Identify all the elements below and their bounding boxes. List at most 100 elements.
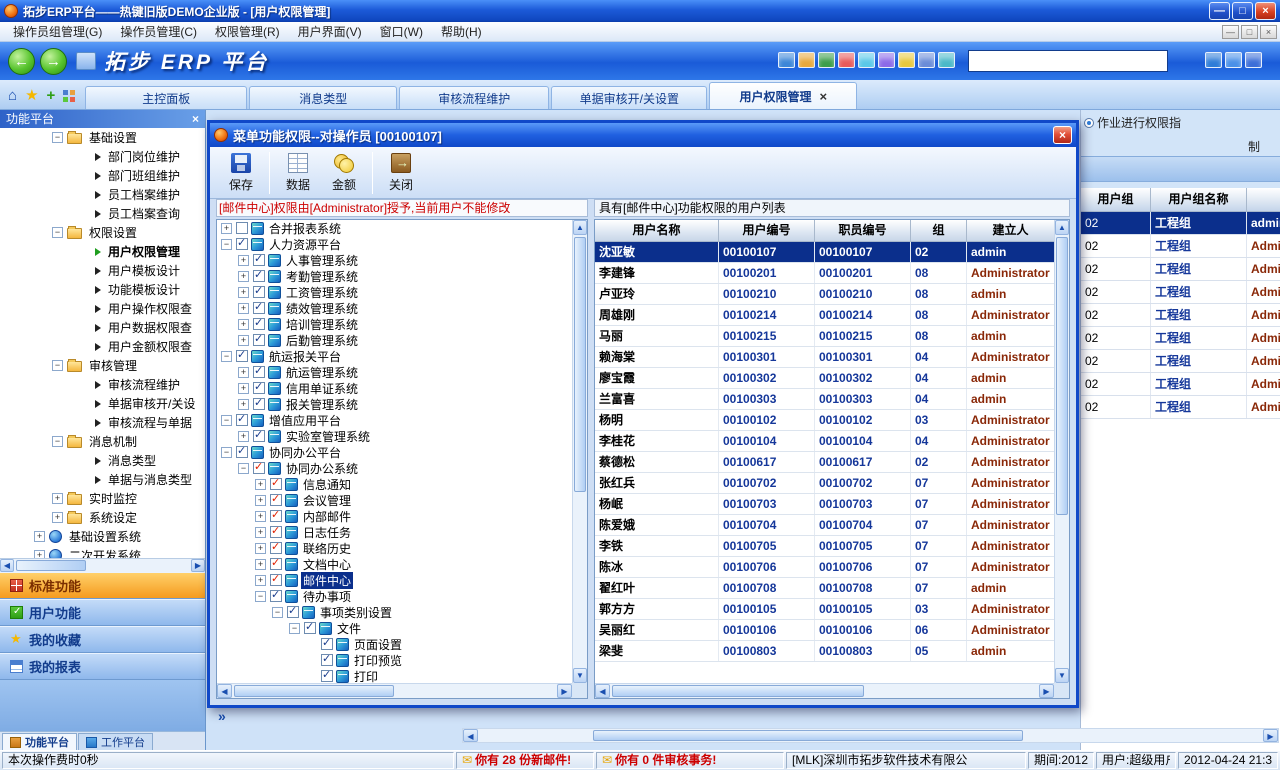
money-icon[interactable] — [898, 52, 915, 68]
perm-tree-item[interactable]: −事项类别设置 — [217, 604, 572, 620]
table-row[interactable]: 02工程组Administrator — [1081, 327, 1280, 350]
sidebar-tree-item[interactable]: 员工档案查询 — [0, 204, 205, 223]
data-button[interactable]: 数据 — [275, 149, 321, 197]
checkbox[interactable] — [304, 622, 316, 634]
sidebar-tree-item[interactable]: 员工档案维护 — [0, 185, 205, 204]
table-horizontal-scrollbar[interactable]: ◀ ▶ — [595, 683, 1054, 698]
checkbox[interactable] — [253, 254, 265, 266]
column-header[interactable]: 用户编号 — [719, 220, 815, 242]
checkbox[interactable] — [253, 270, 265, 282]
column-header[interactable]: 建立人 — [967, 220, 1054, 242]
perm-tree-item[interactable]: −待办事项 — [217, 588, 572, 604]
perm-tree-item[interactable]: +联络历史 — [217, 540, 572, 556]
table-row[interactable]: 李铁001007050010070507Administrator — [595, 536, 1054, 557]
panel-grid-button[interactable]: 标准功能 — [0, 572, 205, 599]
sidebar-tree-item[interactable]: 用户金额权限查 — [0, 337, 205, 356]
expander-icon[interactable]: + — [34, 550, 45, 558]
favorites-star-icon[interactable]: ★ — [25, 88, 38, 104]
expander-icon[interactable]: + — [52, 512, 63, 523]
expander-icon[interactable]: + — [238, 335, 249, 346]
column-header[interactable]: 用户组 — [1081, 188, 1151, 212]
checkbox[interactable] — [236, 414, 248, 426]
column-header[interactable] — [1247, 188, 1280, 212]
expander-icon[interactable]: + — [52, 493, 63, 504]
checkbox[interactable] — [253, 462, 265, 474]
checkbox[interactable] — [253, 318, 265, 330]
table-row[interactable]: 陈冰001007060010070607Administrator — [595, 557, 1054, 578]
checkbox[interactable] — [270, 478, 282, 490]
sidebar-tree-item[interactable]: +基础设置系统 — [0, 527, 205, 546]
checkbox[interactable] — [253, 302, 265, 314]
checkbox[interactable] — [236, 238, 248, 250]
perm-tree-item[interactable]: +航运管理系统 — [217, 364, 572, 380]
table-row[interactable]: 沈亚敏001001070010010702admin — [595, 242, 1054, 263]
form-icon[interactable] — [778, 52, 795, 68]
table-row[interactable]: 吴丽红001001060010010606Administrator — [595, 620, 1054, 641]
perm-tree-item[interactable]: +日志任务 — [217, 524, 572, 540]
sidebar-tree-item[interactable]: 部门岗位维护 — [0, 147, 205, 166]
maximize-button[interactable]: □ — [1232, 2, 1253, 20]
menu-item[interactable]: 窗口(W) — [371, 22, 432, 42]
checkbox[interactable] — [270, 526, 282, 538]
checkbox[interactable] — [236, 350, 248, 362]
tab-1[interactable]: 主控面板 — [85, 86, 247, 109]
panel-check-button[interactable]: 用户功能 — [0, 599, 205, 626]
expander-icon[interactable]: + — [255, 543, 266, 554]
table-row[interactable]: 周雄刚001002140010021408Administrator — [595, 305, 1054, 326]
sidebar-tree-item[interactable]: 用户操作权限查 — [0, 299, 205, 318]
menu-item[interactable]: 权限管理(R) — [206, 22, 289, 42]
expander-icon[interactable]: + — [238, 303, 249, 314]
expander-icon[interactable]: − — [221, 415, 232, 426]
perm-tree-item[interactable]: −协同办公系统 — [217, 460, 572, 476]
checkbox[interactable] — [253, 430, 265, 442]
perm-tree-item[interactable]: +绩效管理系统 — [217, 300, 572, 316]
expander-icon[interactable]: − — [52, 436, 63, 447]
perm-tree-item[interactable]: +邮件中心 — [217, 572, 572, 588]
scroll-thumb[interactable] — [612, 685, 864, 697]
expander-icon[interactable]: − — [52, 360, 63, 371]
mail-icon[interactable] — [858, 52, 875, 68]
mdi-minimize-button[interactable]: — — [1222, 25, 1239, 39]
print-icon[interactable] — [878, 52, 895, 68]
perm-tree-item[interactable]: +报关管理系统 — [217, 396, 572, 412]
table-row[interactable]: 廖宝霞001003020010030204admin — [595, 368, 1054, 389]
table-row[interactable]: 杨岷001007030010070307Administrator — [595, 494, 1054, 515]
table-row[interactable]: 02工程组Administrator — [1081, 304, 1280, 327]
checkbox[interactable] — [253, 382, 265, 394]
sidebar-tree-item[interactable]: −审核管理 — [0, 356, 205, 375]
tab-5[interactable]: 用户权限管理× — [709, 82, 857, 109]
expander-icon[interactable]: + — [221, 223, 232, 234]
back-button[interactable]: ← — [8, 48, 35, 75]
checkbox[interactable] — [270, 558, 282, 570]
scroll-right-icon[interactable]: ▶ — [1263, 729, 1278, 742]
bottom-tab-2[interactable]: 工作平台 — [78, 733, 153, 750]
perm-tree-item[interactable]: −协同办公平台 — [217, 444, 572, 460]
lock-icon[interactable] — [918, 52, 935, 68]
tree-vertical-scrollbar[interactable]: ▲ ▼ — [572, 220, 587, 683]
column-header[interactable]: 组 — [911, 220, 967, 242]
sidebar-tree-item[interactable]: 用户模板设计 — [0, 261, 205, 280]
checkbox[interactable] — [253, 366, 265, 378]
scroll-thumb[interactable] — [574, 237, 586, 492]
monitor-icon[interactable] — [76, 52, 96, 70]
checkbox[interactable] — [270, 510, 282, 522]
perm-tree-item[interactable]: +培训管理系统 — [217, 316, 572, 332]
perm-tree-item[interactable]: −人力资源平台 — [217, 236, 572, 252]
main-horizontal-scrollbar[interactable]: ◀ ▶ — [462, 728, 1279, 743]
tab-4[interactable]: 单据审核开/关设置 — [551, 86, 707, 109]
home-icon[interactable]: ⌂ — [8, 88, 17, 104]
expander-icon[interactable]: + — [255, 575, 266, 586]
checkbox[interactable] — [270, 494, 282, 506]
checkbox[interactable] — [253, 334, 265, 346]
checkbox[interactable] — [270, 542, 282, 554]
sidebar-tree-item[interactable]: −消息机制 — [0, 432, 205, 451]
perm-tree-item[interactable]: +内部邮件 — [217, 508, 572, 524]
expand-chevron-icon[interactable]: » — [218, 708, 226, 724]
perm-tree-item[interactable]: 页面设置 — [217, 636, 572, 652]
sidebar-tree-item[interactable]: 用户数据权限查 — [0, 318, 205, 337]
scroll-right-icon[interactable]: ▶ — [191, 559, 205, 572]
folder-icon[interactable] — [798, 52, 815, 68]
tab-close-icon[interactable]: × — [819, 89, 827, 104]
scroll-down-icon[interactable]: ▼ — [573, 668, 587, 683]
save-button[interactable]: 保存 — [218, 149, 264, 197]
